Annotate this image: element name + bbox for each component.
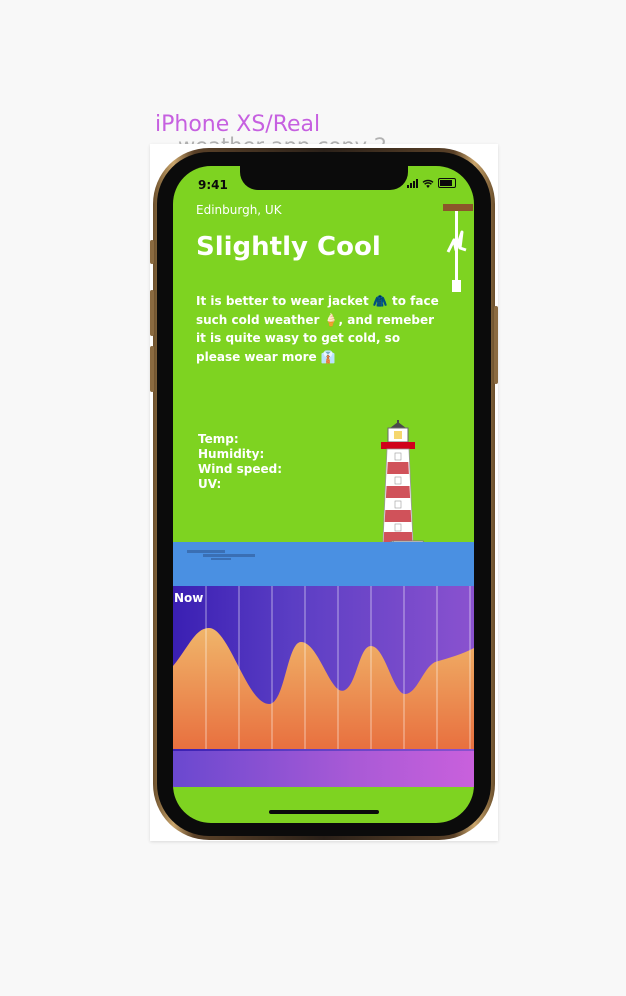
clothing-advice-text: It is better to wear jacket 🧥 to face su… — [196, 294, 439, 364]
wifi-icon — [422, 179, 434, 188]
status-icons — [407, 178, 456, 188]
humidity-label: Humidity: — [198, 447, 265, 461]
wave-lines — [187, 550, 255, 560]
weather-condition-title: Slightly Cool — [196, 232, 381, 262]
sea — [173, 542, 474, 586]
volume-up-button — [150, 290, 154, 336]
temp-label: Temp: — [198, 432, 239, 446]
mute-switch — [150, 240, 154, 264]
wind-speed-label: Wind speed: — [198, 462, 283, 476]
power-button — [494, 306, 498, 384]
weather-vane-icon — [443, 204, 473, 292]
status-time: 9:41 — [198, 178, 228, 192]
phone-screen: 9:41 Edinburgh, UK Slightly Cool It is b… — [173, 166, 474, 823]
forecast-now-label: Now — [174, 591, 204, 605]
uv-label: UV: — [198, 477, 222, 491]
forecast-chart: Now — [173, 586, 474, 751]
weather-stats: Temp: Humidity: Wind speed: UV: — [198, 432, 282, 492]
battery-icon — [438, 178, 456, 188]
home-indicator[interactable] — [269, 810, 379, 814]
cellular-signal-icon — [407, 178, 418, 188]
volume-down-button — [150, 346, 154, 392]
location-label: Edinburgh, UK — [196, 203, 282, 217]
bottom-gradient-bar — [173, 751, 474, 787]
forecast-wave — [173, 586, 474, 749]
notch — [240, 166, 408, 190]
